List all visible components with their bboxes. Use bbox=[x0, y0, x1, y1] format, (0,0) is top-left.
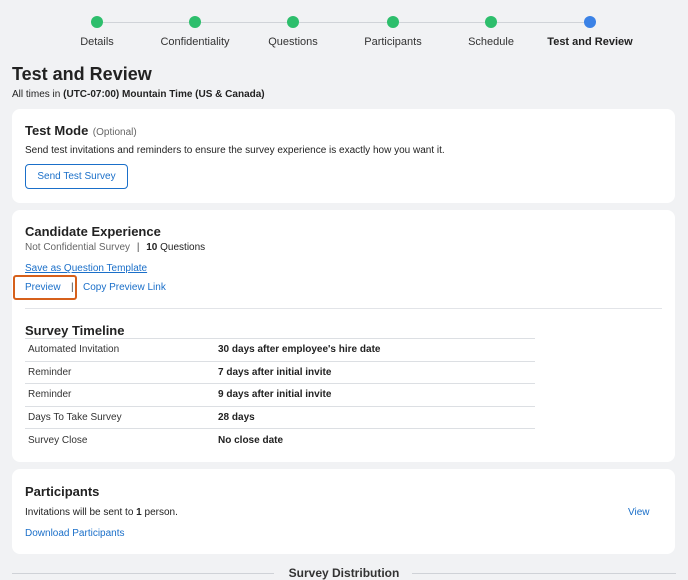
timeline-label: Reminder bbox=[25, 361, 215, 385]
timeline-value: 28 days bbox=[215, 406, 535, 430]
timezone-value: (UTC-07:00) Mountain Time (US & Canada) bbox=[63, 89, 265, 100]
table-row: Reminder 9 days after initial invite bbox=[25, 383, 535, 407]
survey-meta: Not Confidential Survey | 10 Questions bbox=[25, 242, 205, 253]
step-active-icon bbox=[584, 16, 596, 28]
step-test-and-review[interactable]: Test and Review bbox=[530, 16, 650, 48]
timeline-value: 30 days after employee's hire date bbox=[215, 338, 535, 362]
participants-card: Participants Invitations will be sent to… bbox=[12, 469, 675, 554]
copy-preview-link[interactable]: Copy Preview Link bbox=[83, 282, 166, 293]
table-row: Days To Take Survey 28 days bbox=[25, 406, 535, 430]
test-mode-card: Test Mode (Optional) Send test invitatio… bbox=[12, 109, 675, 203]
step-complete-icon bbox=[485, 16, 497, 28]
download-participants-link[interactable]: Download Participants bbox=[25, 528, 125, 539]
save-question-template-link[interactable]: Save as Question Template bbox=[25, 263, 147, 274]
page-title: Test and Review bbox=[12, 64, 152, 84]
step-complete-icon bbox=[387, 16, 399, 28]
candidate-experience-title: Candidate Experience bbox=[25, 224, 161, 239]
invitation-suffix: person. bbox=[144, 507, 178, 518]
survey-timeline-title: Survey Timeline bbox=[25, 323, 125, 338]
test-mode-description: Send test invitations and reminders to e… bbox=[25, 145, 445, 156]
participants-title: Participants bbox=[25, 484, 100, 499]
table-row: Automated Invitation 30 days after emplo… bbox=[25, 338, 535, 362]
timeline-value: 7 days after initial invite bbox=[215, 361, 535, 385]
section-divider bbox=[25, 308, 662, 309]
step-complete-icon bbox=[287, 16, 299, 28]
survey-distribution-header: Survey Distribution bbox=[0, 566, 688, 580]
test-mode-heading: Test Mode (Optional) bbox=[25, 122, 137, 140]
timezone-note: All times in (UTC-07:00) Mountain Time (… bbox=[12, 89, 265, 100]
progress-stepper: Details Confidentiality Questions Partic… bbox=[0, 16, 688, 56]
preview-highlight bbox=[13, 275, 77, 300]
timeline-label: Reminder bbox=[25, 383, 215, 407]
survey-distribution-title: Survey Distribution bbox=[288, 566, 400, 580]
invitation-prefix: Invitations will be sent to bbox=[25, 507, 134, 518]
participant-count: 1 bbox=[136, 507, 142, 518]
timeline-label: Days To Take Survey bbox=[25, 406, 215, 430]
step-complete-icon bbox=[91, 16, 103, 28]
test-mode-title: Test Mode bbox=[25, 123, 89, 138]
timeline-label: Automated Invitation bbox=[25, 338, 215, 362]
invitation-summary: Invitations will be sent to 1 person. bbox=[25, 507, 178, 518]
confidentiality-status: Not Confidential Survey bbox=[25, 242, 131, 253]
candidate-experience-card: Candidate Experience Not Confidential Su… bbox=[12, 210, 675, 462]
survey-timeline-table: Automated Invitation 30 days after emplo… bbox=[25, 338, 535, 451]
send-test-survey-button[interactable]: Send Test Survey bbox=[25, 164, 128, 189]
question-word: Questions bbox=[160, 242, 206, 253]
timeline-label: Survey Close bbox=[28, 434, 88, 446]
timeline-value: 9 days after initial invite bbox=[215, 383, 535, 407]
step-complete-icon bbox=[189, 16, 201, 28]
timeline-value: No close date bbox=[218, 434, 284, 446]
optional-label: (Optional) bbox=[92, 127, 137, 138]
question-count: 10 bbox=[146, 242, 158, 253]
view-participants-link[interactable]: View bbox=[628, 507, 650, 518]
step-label: Test and Review bbox=[547, 36, 633, 48]
table-row: Survey Close No close date bbox=[25, 429, 535, 452]
timezone-prefix: All times in bbox=[12, 89, 61, 100]
meta-separator: | bbox=[136, 242, 140, 253]
table-row: Reminder 7 days after initial invite bbox=[25, 361, 535, 385]
